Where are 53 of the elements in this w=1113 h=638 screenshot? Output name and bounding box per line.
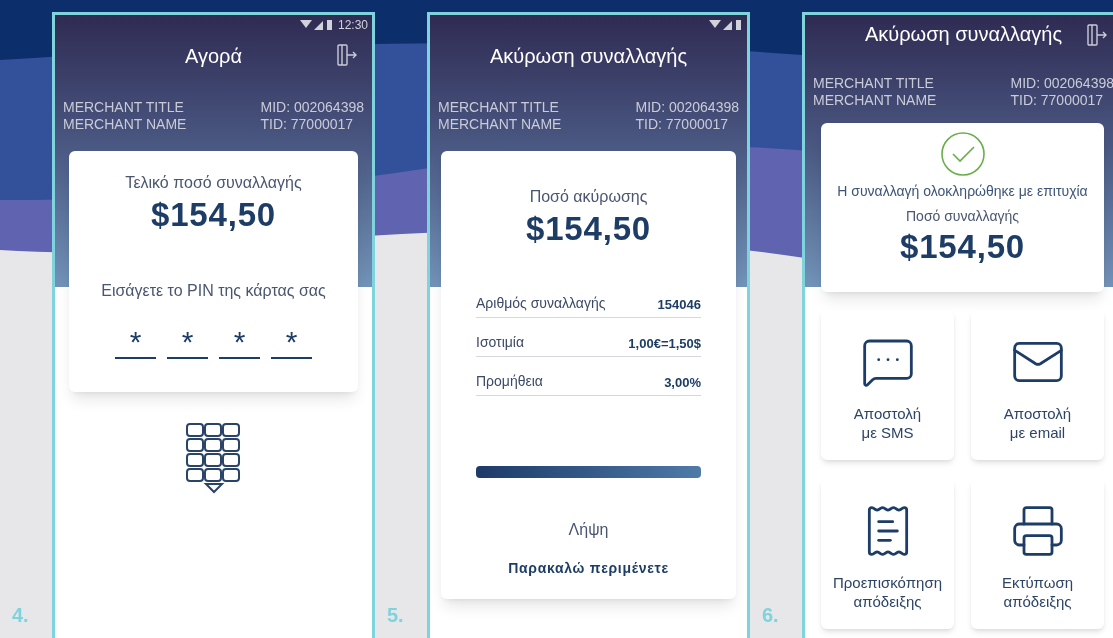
merchant-id: MID: 002064398 (1010, 75, 1113, 92)
terminal-id: TID: 77000017 (1010, 92, 1105, 109)
action-label: Αποστολή με SMS (853, 404, 922, 442)
step-number: 5. (387, 603, 405, 628)
pin-prompt: Εισάγετε το PIN της κάρτας σας (101, 281, 326, 301)
amount-label: Ποσό συναλλαγής (906, 207, 1019, 226)
exit-icon[interactable] (336, 43, 358, 67)
screen-title: Ακύρωση συναλλαγής (864, 22, 1063, 47)
detail-label: Προμήθεια (476, 372, 543, 391)
amount-label: Τελικό ποσό συναλλαγής (125, 173, 302, 193)
action-label: Προεπισκόπηση απόδειξης (832, 573, 943, 611)
amount: $154,50 (525, 209, 652, 249)
action-tile[interactable]: Αποστολή με SMS (821, 310, 954, 460)
merchant-name: MERCHANT NAME (63, 116, 187, 133)
merchant-name: MERCHANT NAME (813, 92, 937, 109)
pin-digit: * (271, 321, 312, 359)
step-number: 4. (12, 603, 30, 628)
terminal-id: TID: 77000017 (260, 116, 355, 133)
action-tile[interactable]: Προεπισκόπηση απόδειξης (821, 479, 954, 629)
detail-value: 154046 (657, 295, 701, 314)
keypad-icon[interactable] (184, 422, 243, 494)
action-tile[interactable]: Αποστολή με email (971, 310, 1104, 460)
amount: $154,50 (150, 195, 277, 235)
merchant-name: MERCHANT NAME (438, 116, 562, 133)
pin-digit: * (115, 321, 156, 359)
merchant-title: MERCHANT TITLE (63, 99, 185, 116)
merchant-title: MERCHANT TITLE (438, 99, 560, 116)
amount-label: Ποσό ακύρωσης (529, 187, 648, 207)
detail-value: 1,00€=1,50$ (628, 334, 701, 353)
pin-digit: * (219, 321, 260, 359)
detail-value: 3,00% (664, 373, 701, 392)
amount: $154,50 (899, 227, 1026, 267)
merchant-id: MID: 002064398 (260, 99, 364, 116)
detail-label: Αριθμός συναλλαγής (476, 294, 606, 313)
status-time: 12:30 (337, 17, 368, 34)
merchant-title: MERCHANT TITLE (813, 75, 935, 92)
action-tile[interactable]: Εκτύπωση απόδειξης (971, 479, 1104, 629)
detail-label: Ισοτιμία (476, 333, 525, 352)
action-label: Αποστολή με email (1003, 404, 1072, 442)
screen-title: Αγορά (184, 44, 242, 69)
status-text: Λήψη (568, 520, 609, 540)
merchant-id: MID: 002064398 (635, 99, 739, 116)
check-circle-icon (939, 131, 986, 177)
wait-text: Παρακαλώ περιμένετε (508, 559, 669, 578)
action-label: Εκτύπωση απόδειξης (1001, 573, 1074, 611)
step-number: 6. (762, 603, 780, 628)
screen-title: Ακύρωση συναλλαγής (489, 44, 688, 69)
success-message: Η συναλλαγή ολοκληρώθηκε με επιτυχία (837, 182, 1088, 201)
status-icons (709, 19, 743, 31)
status-icons (299, 19, 334, 31)
pin-digit: * (167, 321, 208, 359)
terminal-id: TID: 77000017 (635, 116, 730, 133)
exit-icon[interactable] (1086, 23, 1108, 47)
